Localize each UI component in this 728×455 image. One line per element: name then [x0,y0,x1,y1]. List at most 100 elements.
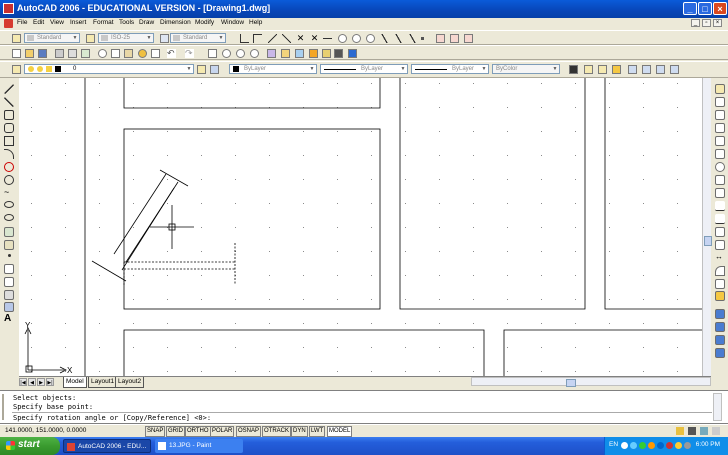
tray-icon-1[interactable] [621,442,628,449]
tray-icon-5[interactable] [657,442,664,449]
xline-icon[interactable] [282,34,291,43]
status-menu-icon[interactable] [700,427,708,435]
plot-preview-icon[interactable] [68,49,77,58]
text-style-icon[interactable] [12,34,21,43]
center-mark-icon[interactable] [352,34,361,43]
spline-icon[interactable]: ~ [4,188,14,198]
comm-center-icon[interactable] [676,427,684,435]
dash-icon[interactable] [323,38,332,39]
otrack-toggle[interactable]: OTRACK [262,426,292,437]
menu-view[interactable]: View [50,19,64,26]
construction-line-icon[interactable] [4,97,14,107]
layer-tool-4-icon[interactable] [612,65,621,74]
menu-help[interactable]: Help [249,19,262,26]
circle-icon[interactable] [4,162,14,172]
vertical-scroll-thumb[interactable] [704,236,712,246]
line-icon[interactable] [268,34,277,43]
start-button[interactable]: start [0,437,60,455]
text-style-select[interactable]: Standard ▼ [24,33,80,43]
copy-object-icon[interactable] [715,97,725,107]
next-tab-arrow[interactable]: ▶ [37,378,45,386]
quick-dim-icon[interactable] [394,34,403,43]
layer-tool-2-icon[interactable] [584,65,593,74]
dim-style-select[interactable]: ISO-25 ▼ [98,33,154,43]
command-grip[interactable] [2,394,9,420]
layer-tool-7-icon[interactable] [656,65,665,74]
arc-icon[interactable] [4,149,14,159]
cross2-icon[interactable]: ✕ [310,34,319,43]
doc-minimize-button[interactable]: _ [691,19,700,27]
language-indicator[interactable]: EN [609,441,618,448]
erase-icon[interactable] [715,84,725,94]
paste-icon[interactable] [124,49,133,58]
tray-icon-2[interactable] [630,442,637,449]
last-tab-arrow[interactable]: ▶| [46,378,54,386]
tab-layout2[interactable]: Layout2 [115,377,145,388]
model-toggle[interactable]: MODEL [327,426,353,437]
baseline-icon[interactable] [408,34,417,43]
tool-palettes-icon[interactable] [295,49,304,58]
hatch-icon[interactable] [4,264,14,274]
menu-insert[interactable]: Insert [70,19,86,26]
rectangle-icon[interactable] [4,136,14,146]
plotstyle-select[interactable]: ByColor ▼ [492,64,560,74]
zoom-previous-icon[interactable] [250,49,259,58]
table-style-icon[interactable] [160,34,169,43]
break-icon[interactable] [715,227,725,237]
color-select[interactable]: ByLayer ▼ [229,64,317,74]
lineweight-select[interactable]: ByLayer ▼ [411,64,489,74]
move-icon[interactable] [715,149,725,159]
tab-model[interactable]: Model [63,377,87,388]
dimupdate-icon[interactable] [464,34,473,43]
scale-icon[interactable] [715,175,725,185]
cross-icon[interactable]: ✕ [296,34,305,43]
ellipse-arc-icon[interactable] [4,214,14,221]
stretch-icon[interactable] [715,188,725,198]
menu-dimension[interactable]: Dimension [160,19,191,26]
menu-window[interactable]: Window [221,19,244,26]
multiline-text-icon[interactable]: A [4,314,14,324]
table-style-select[interactable]: Standard ▼ [170,33,226,43]
block-editor-icon[interactable] [151,49,160,58]
chamfer-icon[interactable]: ↔ [715,253,725,263]
rotate-icon[interactable] [715,162,725,172]
menu-file[interactable]: File [17,19,27,26]
point-icon[interactable] [8,254,11,257]
array-icon[interactable] [715,136,725,146]
ortho-toggle[interactable]: ORTHO [185,426,211,437]
mirror-icon[interactable] [715,110,725,120]
angular-dim-icon[interactable] [380,34,389,43]
draworder4-icon[interactable] [715,348,725,358]
layer-tool-1-icon[interactable] [569,65,578,74]
layer-tool-5-icon[interactable] [628,65,637,74]
calculator-icon[interactable] [334,49,343,58]
autocad-app-icon[interactable] [3,3,14,14]
extend-icon[interactable] [715,214,725,224]
explode-icon[interactable] [715,279,725,289]
minimize-button[interactable]: _ [683,2,697,15]
horizontal-scrollbar[interactable] [471,377,711,387]
open-icon[interactable] [25,49,34,58]
dyn-toggle[interactable]: DYN [291,426,308,437]
linetype-select[interactable]: ByLayer ▼ [320,64,408,74]
radius-icon[interactable] [366,34,375,43]
tab-layout1[interactable]: Layout1 [88,377,118,388]
ellipse-icon[interactable] [4,201,14,208]
layer-tool-3-icon[interactable] [598,65,607,74]
dim-style-icon[interactable] [86,34,95,43]
task-paint[interactable]: 13.JPG - Paint [155,439,243,453]
redo-icon[interactable]: ↷ [185,49,194,58]
properties-icon[interactable] [267,49,276,58]
draw-line-icon[interactable] [4,84,14,94]
help-icon[interactable] [348,49,357,58]
sheet-set-icon[interactable] [309,49,318,58]
volume-icon[interactable] [684,442,691,449]
polygon-icon[interactable] [4,123,14,133]
tolerance-icon[interactable] [436,34,445,43]
region-icon[interactable] [4,290,14,300]
drawing-canvas[interactable]: Y X [19,78,711,376]
vertical-scrollbar[interactable] [702,78,712,376]
doc-close-button[interactable]: × [713,19,722,27]
tray-icon-7[interactable] [675,442,682,449]
menu-draw[interactable]: Draw [139,19,154,26]
